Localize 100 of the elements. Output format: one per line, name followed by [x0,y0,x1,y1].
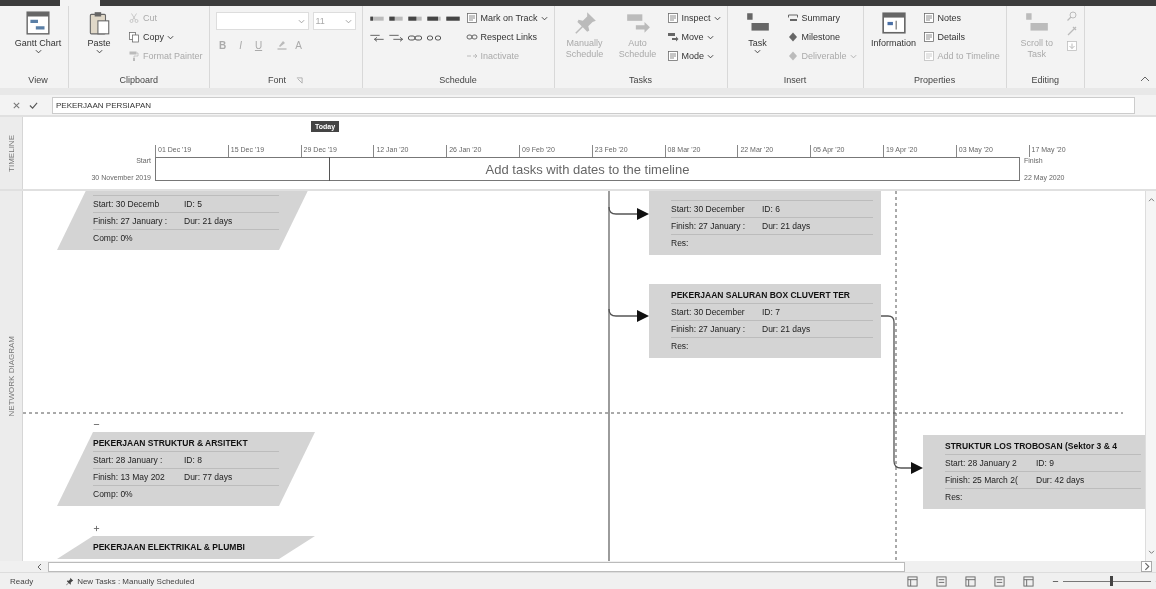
task-field: Res: [671,238,762,248]
connector-arrow [608,206,649,220]
ribbon-button[interactable]: Summary [786,10,857,26]
ribbon-button[interactable]: Notes [922,10,1000,26]
group-label: Schedule [439,75,477,85]
expand-toggle-icon[interactable] [93,421,100,428]
scissors-icon [128,12,140,24]
caret-icon [540,15,548,21]
ribbon-button[interactable]: Move [666,29,721,45]
task-field: Comp: 0% [93,233,184,243]
timeline-bar[interactable]: Add tasks with dates to the timeline [155,157,1020,181]
view-icon[interactable] [907,575,918,587]
task-field: ID: 6 [762,204,780,214]
list-icon [465,12,478,24]
task-field: Start: 30 Decemb [93,199,184,209]
timeline-hint: Add tasks with dates to the timeline [485,161,690,177]
font-name-field[interactable] [215,12,309,30]
dialog-launcher-icon[interactable] [296,76,304,84]
group-label: Insert [783,75,807,85]
diamond-icon [786,50,799,62]
task-field: ID: 7 [762,307,780,317]
task-field: Comp: 0% [93,489,184,499]
card-icon [880,10,907,36]
caret-icon [95,49,103,54]
ribbon-button[interactable]: Inspect [666,10,721,26]
connector-arrow [608,308,649,322]
brush-icon [128,50,140,62]
task-field: ID: 9 [1036,458,1054,468]
task-field: Finish: 27 January : [93,216,184,226]
ribbon-button[interactable]: Respect Links [465,29,548,45]
ribbon-button[interactable]: Mark on Track [465,10,548,26]
scroll-down-icon[interactable] [1147,550,1155,555]
side-label: TIMELINE [6,134,16,172]
list-icon [666,50,679,62]
task-node[interactable]: PEKERJAAN SALURAN BOX CLUVERT TER Start: 30 December ID: 7 Finish: 27 January : Dur: 21 days Res: [649,284,881,358]
collapse-ribbon-icon[interactable] [1140,76,1150,82]
task-field: Dur: 21 days [184,216,233,226]
slider-thumb[interactable] [1110,575,1114,586]
view-icon[interactable] [965,575,976,587]
task-field: Finish: 27 January : [671,221,762,231]
ribbon-button[interactable]: Paste [75,10,123,54]
scroll-left-icon[interactable] [36,562,42,571]
arrow-icon [666,31,679,43]
indent-icon[interactable] [387,32,404,44]
note-icon [922,12,935,24]
ribbon-button[interactable]: Mode [666,48,721,64]
task-field: Finish: 27 January : [671,324,762,334]
cancel-icon[interactable] [12,100,21,110]
scroll-thumb[interactable] [48,561,905,572]
pushpin-icon [65,576,75,586]
ribbon-button[interactable]: Copy [128,29,203,45]
task-field: Dur: 42 days [1036,475,1085,485]
task-name: STRUKTUR LOS TROBOSAN (Sektor 3 & 4 [945,441,1117,451]
task-field: Dur: 77 days [184,472,233,482]
task-name: PEKERJAAN ELEKTRIKAL & PLUMBI [93,542,245,552]
caret-icon [167,34,174,40]
check-icon[interactable] [29,100,38,110]
task-field: Finish: 13 May 202 [93,472,184,482]
scroll-right-icon[interactable] [1141,561,1152,572]
group-label: Font [268,75,287,85]
task-node[interactable]: PEKERJAAN ELEKTRIKAL & PLUMBI [57,536,315,559]
caret-icon [713,15,721,21]
view-icon[interactable] [1023,575,1034,587]
group-label: Properties [914,75,956,85]
outdent-icon[interactable] [368,32,385,44]
caret-icon [706,34,714,40]
side-label: NETWORK DIAGRAM [6,335,16,417]
ribbon-button[interactable]: Milestone [786,29,857,45]
caret-icon [849,53,857,59]
vertical-scrollbar[interactable] [1145,191,1156,561]
diamond-icon [786,31,799,43]
caret-icon [34,49,42,54]
unlink-icon[interactable] [425,32,442,44]
ribbon-button[interactable]: Details [922,29,1000,45]
entry-field[interactable]: PEKERJAAN PERSIAPAN [52,96,1135,114]
task-node[interactable]: PEKERJAAN STRUKTUR & ARSITEKT Start: 28 January : ID: 8 Finish: 13 May 202 Dur: 77 days Comp: 0% [57,432,315,506]
group-label: Tasks [629,75,653,85]
copy-icon [128,31,140,43]
new-tasks-mode[interactable]: New Tasks : Manually Scheduled [77,576,195,586]
task-field: Start: 28 January : [93,455,184,465]
ribbon-button[interactable]: Gantt Chart [14,10,62,54]
expand-toggle-icon[interactable] [93,525,100,532]
ribbon-button[interactable]: Task [733,10,782,54]
list-icon [666,12,679,24]
task-field: ID: 8 [184,455,202,465]
scroll-up-icon[interactable] [1147,197,1155,202]
caret-icon [707,53,715,59]
task-field: Start: 30 December [671,204,762,214]
view-icon[interactable] [994,575,1005,587]
view-icon[interactable] [936,575,947,587]
group-label: Editing [1031,75,1059,85]
task-node[interactable]: Start: 30 December ID: 6 Finish: 27 January : Dur: 21 days Res: [649,191,881,255]
caret-icon [297,18,305,24]
task-name: PEKERJAAN SALURAN BOX CLUVERT TER [671,290,850,300]
status-text: Ready [10,576,34,586]
task-field: Dur: 21 days [762,324,811,334]
task-field: Res: [671,341,762,351]
ribbon-button[interactable]: Information [869,10,918,49]
caret-icon [344,18,352,24]
link-icon[interactable] [406,32,423,44]
